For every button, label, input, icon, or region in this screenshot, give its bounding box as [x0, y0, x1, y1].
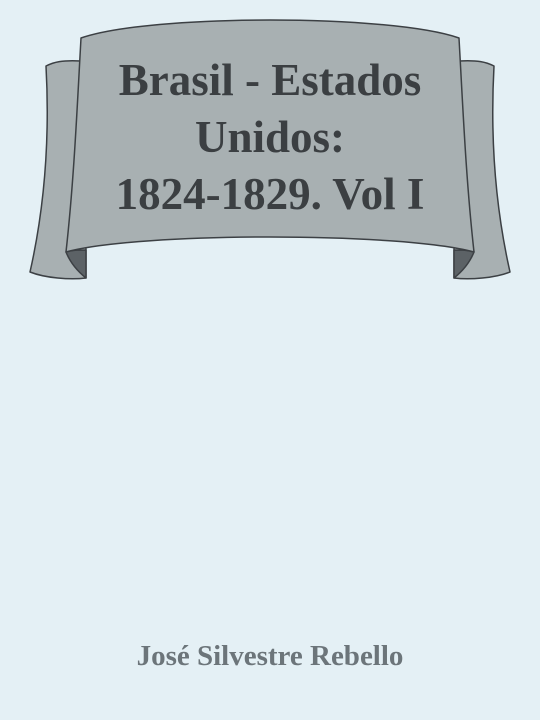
title-line-1: Brasil - Estados: [118, 55, 422, 105]
book-title: Brasil - Estados Unidos: 1824-1829. Vol …: [70, 52, 470, 223]
book-author: José Silvestre Rebello: [136, 640, 404, 672]
title-line-3: 1824-1829. Vol I: [115, 169, 425, 219]
book-cover: Brasil - Estados Unidos: 1824-1829. Vol …: [0, 0, 540, 720]
title-line-2: Unidos:: [194, 112, 346, 162]
